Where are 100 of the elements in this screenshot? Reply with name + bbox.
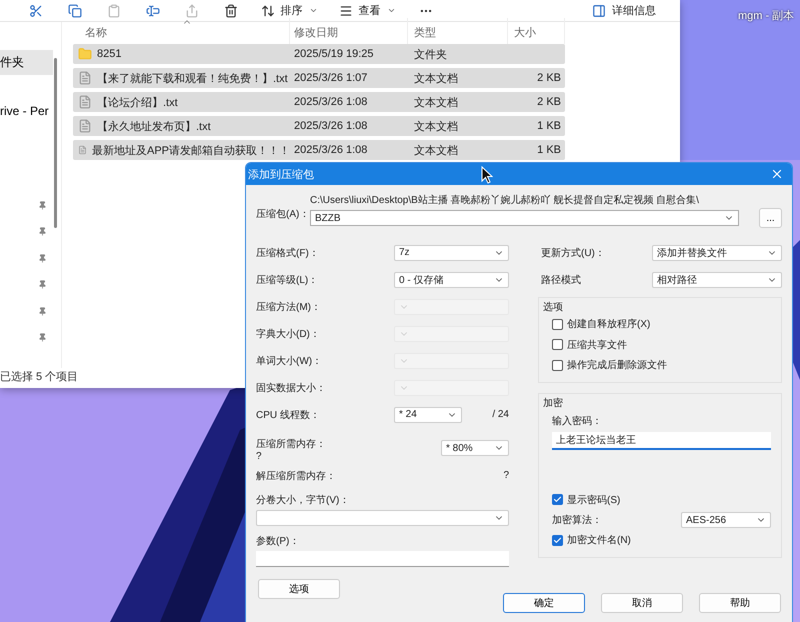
checkbox[interactable]	[552, 534, 563, 546]
password-field[interactable]: 上老王论坛当老王	[552, 432, 771, 450]
dropdown[interactable]: 添加并替换文件	[652, 244, 782, 260]
checkbox-label: 操作完成后删除源文件	[567, 358, 667, 372]
dialog-button[interactable]: 帮助	[699, 593, 781, 613]
file-row[interactable]: 8251 2025/5/19 19:25 文件夹	[73, 44, 565, 64]
field-label: 压缩等级(L)：	[256, 274, 318, 286]
pin-icon	[38, 200, 47, 210]
document-icon	[78, 143, 87, 157]
document-icon	[78, 95, 92, 109]
thread-count: / 24	[491, 409, 509, 420]
pin-icon	[38, 280, 47, 290]
field-label: CPU 线程数：	[256, 408, 320, 422]
type-cell-text: 文本文档	[413, 96, 459, 110]
sort-icon	[260, 4, 274, 18]
type-cell-text: 文本文档	[413, 144, 459, 158]
chevron-icon	[308, 6, 318, 15]
field-label: 更新方式(U)：	[541, 246, 605, 260]
sidebar-item[interactable]: rive - Per	[0, 98, 53, 123]
pin-icon	[38, 306, 47, 316]
cut-icon	[28, 4, 42, 18]
memory-value: ?	[503, 470, 509, 481]
options-button[interactable]: 选项	[258, 579, 340, 599]
file-name: 【来了就能下载和观看！纯免费！】.txt	[97, 72, 288, 86]
dropdown[interactable]: 7z	[394, 244, 509, 260]
date-cell-text: 2025/3/26 1:07	[293, 72, 368, 84]
checkbox-label: 加密文件名(N)	[567, 534, 631, 548]
field-label: 路径模式	[541, 274, 581, 286]
details-button[interactable]: 详细信息	[586, 2, 662, 19]
dialog-title: 添加到压缩包	[248, 168, 314, 182]
checkbox[interactable]	[552, 494, 563, 506]
file-name: 【永久地址发布页】.txt	[97, 120, 211, 134]
field-label: 字典大小(D)：	[256, 328, 320, 340]
pin-icon	[38, 227, 47, 236]
archive-path: C:\Users\liuxi\Desktop\B站主播 喜晚郝粉丫婉儿郝粉吖 舰长提督自定私定视频 自慰合集\	[310, 194, 700, 207]
file-row[interactable]: 【论坛介绍】.txt 2025/3/26 1:08 文本文档 2 KB	[73, 92, 565, 112]
size-cell-text: 2 KB	[536, 96, 562, 108]
check-icon	[553, 495, 562, 504]
field-label: 压缩格式(F)：	[256, 246, 319, 260]
size-cell-text: 1 KB	[536, 144, 562, 156]
sort-button[interactable]: 排序	[250, 0, 328, 20]
cursor-icon	[481, 166, 493, 184]
type-cell-text: 文件夹	[413, 48, 448, 62]
checkbox[interactable]	[552, 318, 563, 330]
text-cursor-icon	[146, 4, 160, 18]
field-label: 输入密码：	[552, 414, 603, 428]
checkbox-label: 创建自释放程序(X)	[567, 318, 650, 332]
checkbox-label: 显示密码(S)	[567, 494, 620, 507]
dialog-button[interactable]: 确定	[503, 593, 585, 613]
file-name: 8251	[97, 48, 122, 60]
view-button[interactable]: 查看	[328, 0, 406, 20]
size-cell-text: 1 KB	[536, 120, 562, 132]
share-icon	[184, 4, 198, 18]
checkbox[interactable]	[552, 360, 563, 371]
clipboard-icon	[106, 4, 120, 18]
pin-icon	[38, 254, 47, 263]
dropdown[interactable]: * 80%	[441, 440, 509, 456]
pin-icon	[38, 333, 47, 342]
folder-icon	[78, 47, 92, 61]
trash-icon	[224, 4, 238, 18]
list-icon	[338, 4, 352, 18]
archive-name-combo[interactable]: BZZB	[310, 210, 739, 226]
field-label: 压缩所需内存：	[256, 438, 326, 451]
file-row[interactable]: 【永久地址发布页】.txt 2025/3/26 1:08 文本文档 1 KB	[73, 116, 565, 136]
field-label: 压缩包(A)：	[256, 208, 310, 222]
input-field[interactable]	[256, 551, 509, 567]
dropdown[interactable]: 相对路径	[652, 272, 782, 288]
sidebar-item[interactable]: 件夹	[0, 50, 53, 75]
field-label: 单词大小(W)：	[256, 354, 322, 368]
type-cell-text: 文本文档	[413, 72, 459, 86]
file-name: 最新地址及APP请发邮箱自动获取！！！	[92, 144, 290, 158]
file-row[interactable]: 最新地址及APP请发邮箱自动获取！！！ 2025/3/26 1:08 文本文档 1 KB	[73, 140, 565, 160]
field-label: 加密算法：	[552, 514, 602, 527]
field-label: 解压缩所需内存：	[256, 470, 336, 482]
chevron-icon	[386, 6, 396, 15]
field-label: 压缩方法(M)：	[256, 300, 321, 314]
browse-button[interactable]: ...	[759, 208, 782, 228]
file-name: 【论坛介绍】.txt	[97, 96, 178, 110]
group-title: 加密	[543, 396, 564, 410]
size-cell-text: 2 KB	[536, 72, 562, 84]
date-cell-text: 2025/3/26 1:08	[293, 144, 368, 156]
file-row[interactable]: 【来了就能下载和观看！纯免费！】.txt 2025/3/26 1:07 文本文档 2 KB	[73, 68, 565, 88]
dropdown[interactable]: 0 - 仅存储	[394, 272, 509, 288]
panel-icon	[592, 4, 606, 18]
type-cell-text: 文本文档	[413, 120, 459, 134]
dropdown[interactable]: AES-256	[681, 512, 771, 528]
document-icon	[78, 119, 92, 133]
memory-value: ?	[256, 451, 263, 462]
scrollbar[interactable]	[54, 58, 57, 228]
close-icon[interactable]	[770, 167, 784, 181]
dropdown[interactable]: * 24	[394, 406, 462, 422]
group-title: 选项	[543, 300, 564, 314]
checkbox-label: 压缩共享文件	[567, 338, 627, 352]
date-cell-text: 2025/3/26 1:08	[293, 120, 368, 132]
document-icon	[78, 71, 92, 85]
field-label: 固实数据大小：	[256, 382, 326, 394]
status-text: 已选择 5 个项目	[0, 370, 78, 385]
dialog-button[interactable]: 取消	[601, 593, 683, 613]
checkbox[interactable]	[552, 339, 563, 350]
copy-icon	[68, 4, 82, 18]
